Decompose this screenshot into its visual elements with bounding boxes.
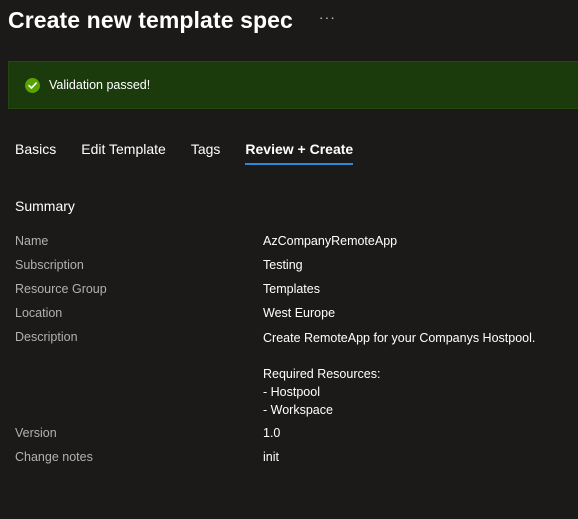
validation-message: Validation passed! <box>49 78 151 92</box>
row-value: AzCompanyRemoteApp <box>263 234 398 248</box>
description-line: Create RemoteApp for your Companys Hostp… <box>263 331 536 345</box>
row-label: Change notes <box>15 450 93 464</box>
description-line: - Hostpool <box>263 385 320 399</box>
page-header: Create new template spec ··· <box>8 6 336 34</box>
page: Create new template spec ··· Validation … <box>0 0 578 519</box>
validation-banner: Validation passed! <box>8 61 578 109</box>
tab-review-create[interactable]: Review + Create <box>245 140 354 165</box>
row-label: Resource Group <box>15 282 107 296</box>
tab-tags[interactable]: Tags <box>191 140 221 165</box>
row-label: Name <box>15 234 49 248</box>
description-line: Required Resources: <box>263 367 381 381</box>
row-value: 1.0 <box>263 426 281 440</box>
more-options-button[interactable]: ··· <box>319 10 336 24</box>
row-value: Templates <box>263 282 320 296</box>
row-label: Description <box>15 330 78 344</box>
tab-edit-template[interactable]: Edit Template <box>81 140 166 165</box>
page-title: Create new template spec <box>8 7 293 33</box>
row-label: Version <box>15 426 57 440</box>
row-label: Location <box>15 306 63 320</box>
summary-heading: Summary <box>15 198 75 214</box>
row-value: West Europe <box>263 306 336 320</box>
tab-basics[interactable]: Basics <box>15 140 56 165</box>
row-label: Subscription <box>15 258 84 272</box>
check-circle-icon <box>25 77 40 93</box>
row-value: Create RemoteApp for your Companys Hostp… <box>263 329 573 419</box>
row-value: Testing <box>263 258 303 272</box>
row-value: init <box>263 450 279 464</box>
description-spacer <box>263 347 573 365</box>
wizard-tabs: Basics Edit Template Tags Review + Creat… <box>15 140 378 168</box>
description-line: - Workspace <box>263 403 333 417</box>
